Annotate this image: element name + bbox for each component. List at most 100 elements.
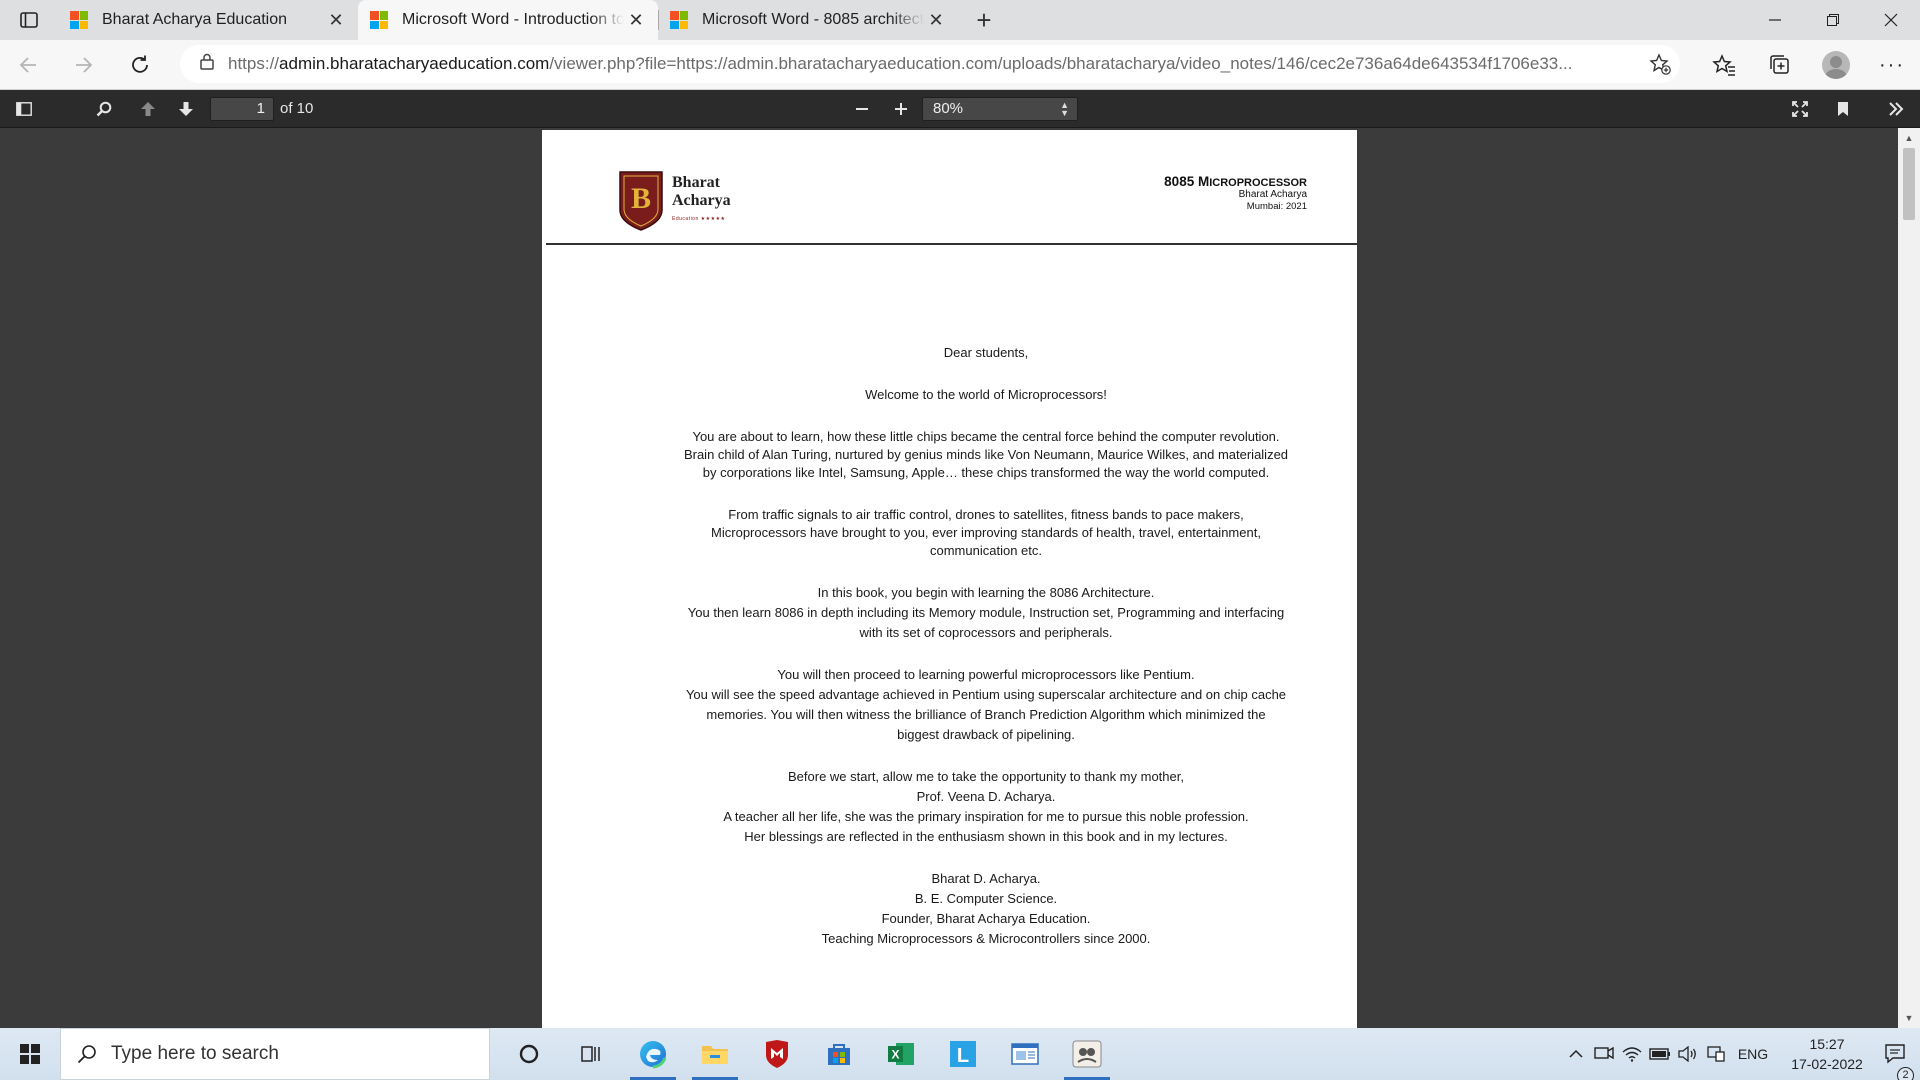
tab-bharat-acharya-education[interactable]: Bharat Acharya Education ✕ <box>58 0 358 40</box>
header-divider <box>546 243 1357 245</box>
notification-center-button[interactable]: 2 <box>1872 1043 1920 1080</box>
tab-close-icon[interactable]: ✕ <box>924 8 948 32</box>
zoom-out-button[interactable] <box>844 90 880 128</box>
letter-line: In this book, you begin with learning th… <box>817 585 1155 600</box>
svg-text:L: L <box>957 1045 969 1067</box>
tab-actions-icon <box>20 12 38 28</box>
collections-button[interactable] <box>1752 40 1808 90</box>
forward-button[interactable] <box>56 40 112 90</box>
task-view-icon <box>581 1046 600 1062</box>
forward-arrow-icon <box>76 56 93 73</box>
taskbar-excel[interactable]: X <box>870 1028 932 1080</box>
bookmark-icon <box>1838 102 1848 116</box>
letter-line: A teacher all her life, she was the prim… <box>723 809 1249 824</box>
scrollbar-thumb[interactable] <box>1903 148 1915 220</box>
next-page-button[interactable] <box>168 90 204 128</box>
url-host: admin.bharatacharyaeducation.com <box>279 54 550 73</box>
taskbar-l-app[interactable]: L <box>932 1028 994 1080</box>
letter-line: You will see the speed advantage achieve… <box>685 687 1287 702</box>
zoom-in-button[interactable] <box>883 90 919 128</box>
l-letter-app-icon: L <box>950 1041 976 1067</box>
letter-line: You are about to learn, how these little… <box>692 429 1280 444</box>
microsoft-favicon-icon <box>670 11 688 29</box>
show-hidden-icons-button[interactable] <box>1562 1049 1590 1059</box>
add-favorite-button[interactable] <box>1640 53 1680 75</box>
address-bar[interactable]: https://admin.bharatacharyaeducation.com… <box>180 45 1680 83</box>
bookmark-button[interactable] <box>1825 90 1861 128</box>
taskbar-apps: X L <box>498 1028 1118 1080</box>
favorites-button[interactable] <box>1696 40 1752 90</box>
tab-introduction[interactable]: Microsoft Word - Introduction to ✕ <box>358 0 658 40</box>
star-add-icon <box>1649 53 1671 75</box>
clock-time: 15:27 <box>1809 1036 1845 1052</box>
avatar <box>1822 51 1850 79</box>
previous-page-button[interactable] <box>130 90 166 128</box>
letter-paragraph: You will then proceed to learning powerf… <box>602 666 1370 744</box>
letter-line: Brain child of Alan Turing, nurtured by … <box>683 447 1289 462</box>
settings-more-button[interactable]: ··· <box>1864 40 1920 90</box>
pdf-page: B Bharat Acharya Education ★★★★★ 8085 MI… <box>542 130 1357 1028</box>
taskbar-document-app[interactable] <box>994 1028 1056 1080</box>
refresh-button[interactable] <box>112 40 168 90</box>
taskbar-store[interactable] <box>808 1028 870 1080</box>
tray-battery[interactable] <box>1646 1048 1674 1060</box>
language-indicator[interactable]: ENG <box>1730 1046 1776 1062</box>
close-window-button[interactable] <box>1862 0 1920 40</box>
tab-close-icon[interactable]: ✕ <box>324 8 348 32</box>
new-tab-button[interactable]: + <box>964 0 1004 40</box>
pdf-viewer-container[interactable]: B Bharat Acharya Education ★★★★★ 8085 MI… <box>0 128 1920 1028</box>
minimize-icon <box>1769 19 1781 21</box>
tab-title: Microsoft Word - 8085 architecture <box>702 11 924 28</box>
notification-icon <box>1885 1044 1905 1064</box>
lock-icon[interactable] <box>200 53 214 75</box>
minimize-button[interactable] <box>1746 0 1804 40</box>
display-projection-icon <box>1707 1046 1725 1062</box>
bharat-acharya-logo: B Bharat Acharya Education ★★★★★ <box>618 170 731 232</box>
taskbar-file-explorer[interactable] <box>684 1028 746 1080</box>
notification-badge: 2 <box>1897 1067 1914 1080</box>
select-arrows-icon: ▲ ▼ <box>1060 100 1069 118</box>
minus-icon <box>856 108 868 110</box>
logo-line-1: Bharat <box>672 174 720 191</box>
plus-icon: + <box>976 4 992 35</box>
toggle-sidebar-button[interactable] <box>6 90 42 128</box>
tab-actions-button[interactable] <box>0 0 58 40</box>
start-button[interactable] <box>0 1028 60 1080</box>
tab-8085-architecture[interactable]: Microsoft Word - 8085 architecture ✕ <box>658 0 958 40</box>
tray-volume[interactable] <box>1674 1046 1702 1062</box>
url-prefix: https:// <box>228 54 280 73</box>
find-button[interactable] <box>86 90 122 128</box>
scroll-up-icon[interactable]: ▲ <box>1898 130 1920 146</box>
taskbar-edge[interactable] <box>622 1028 684 1080</box>
logo-line-2: Acharya <box>672 192 731 209</box>
restore-button[interactable] <box>1804 0 1862 40</box>
chevron-up-icon <box>1569 1049 1583 1058</box>
search-icon <box>77 1045 96 1064</box>
tools-button[interactable] <box>1878 90 1914 128</box>
tray-meet-now[interactable] <box>1590 1045 1618 1063</box>
task-view-button[interactable] <box>560 1028 622 1080</box>
taskbar-search-box[interactable]: Type here to search <box>60 1028 490 1080</box>
letter-paragraph: From traffic signals to air traffic cont… <box>602 506 1370 560</box>
zoom-select[interactable]: 80% ▲ ▼ <box>922 97 1078 121</box>
taskbar-camera-app[interactable] <box>1056 1028 1118 1080</box>
tab-close-icon[interactable]: ✕ <box>624 8 648 32</box>
vertical-scrollbar[interactable]: ▲ ▼ <box>1898 128 1920 1028</box>
tray-display[interactable] <box>1702 1046 1730 1062</box>
taskbar-clock[interactable]: 15:27 17-02-2022 <box>1782 1034 1872 1074</box>
wifi-icon <box>1622 1047 1642 1062</box>
cortana-button[interactable] <box>498 1028 560 1080</box>
page-number-input[interactable]: 1 <box>210 97 274 121</box>
letter-paragraph: Welcome to the world of Microprocessors! <box>602 386 1370 404</box>
search-placeholder: Type here to search <box>111 1043 279 1064</box>
windows-logo-icon <box>20 1044 40 1064</box>
arrow-down-icon <box>179 102 193 116</box>
letter-line: Welcome to the world of Microprocessors! <box>865 387 1107 402</box>
scroll-down-icon[interactable]: ▼ <box>1898 1010 1920 1026</box>
profile-button[interactable] <box>1808 40 1864 90</box>
letter-line: memories. You will then witness the bril… <box>706 707 1266 722</box>
tray-wifi[interactable] <box>1618 1046 1646 1062</box>
back-button[interactable] <box>0 40 56 90</box>
taskbar-mcafee[interactable] <box>746 1028 808 1080</box>
presentation-mode-button[interactable] <box>1782 90 1818 128</box>
